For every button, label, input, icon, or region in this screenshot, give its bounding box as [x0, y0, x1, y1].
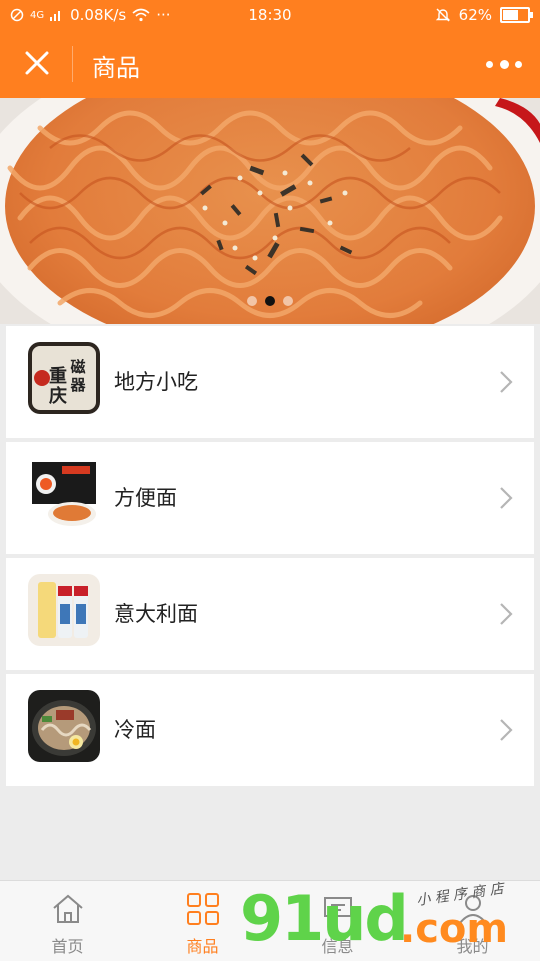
- carousel-indicators: [0, 296, 540, 306]
- page-title: 商品: [92, 54, 140, 82]
- title-bar: 商品: [0, 30, 540, 98]
- svg-text:重: 重: [49, 365, 67, 387]
- carousel-dot[interactable]: [283, 296, 293, 306]
- tab-profile[interactable]: 我的: [405, 881, 540, 961]
- category-label: 意大利面: [114, 602, 198, 626]
- svg-text:器: 器: [69, 376, 86, 394]
- close-icon[interactable]: [22, 48, 52, 78]
- category-thumbnail: [28, 574, 100, 646]
- category-label: 冷面: [114, 718, 156, 742]
- category-item-local-snacks[interactable]: 磁 器 重 庆 地方小吃: [6, 326, 534, 438]
- status-right: 62%: [435, 6, 533, 24]
- more-dot-icon: [499, 59, 509, 69]
- more-options-button[interactable]: [486, 54, 522, 74]
- tab-label: 我的: [456, 937, 489, 956]
- title-divider: [72, 46, 73, 82]
- category-label: 方便面: [114, 486, 177, 510]
- battery-icon: [500, 7, 533, 23]
- carousel-dot[interactable]: [247, 296, 257, 306]
- category-thumbnail: 磁 器 重 庆: [28, 342, 100, 414]
- grid-icon: [186, 893, 219, 925]
- svg-text:磁: 磁: [70, 358, 85, 376]
- category-thumbnail: [28, 458, 100, 530]
- tab-label: 信息: [321, 937, 354, 956]
- category-label: 地方小吃: [114, 370, 198, 394]
- bottom-tab-bar: 首页 商品 信息 我的: [0, 880, 540, 961]
- chevron-right-icon: [500, 487, 513, 509]
- category-thumbnail: [28, 690, 100, 762]
- banner-carousel[interactable]: [0, 98, 540, 324]
- category-item-pasta[interactable]: 意大利面: [6, 558, 534, 670]
- message-icon: [323, 897, 352, 925]
- chevron-right-icon: [500, 719, 513, 741]
- category-item-instant-noodles[interactable]: 方便面: [6, 442, 534, 554]
- tab-messages[interactable]: 信息: [270, 881, 405, 961]
- home-icon: [52, 894, 83, 923]
- chevron-right-icon: [500, 603, 513, 625]
- tab-label: 商品: [186, 937, 219, 956]
- tab-home[interactable]: 首页: [0, 881, 135, 961]
- chevron-right-icon: [500, 371, 513, 393]
- tab-label: 首页: [51, 937, 84, 956]
- carousel-dot-active[interactable]: [265, 296, 275, 306]
- svg-text:庆: 庆: [49, 385, 67, 407]
- mute-bell-icon: [435, 8, 450, 22]
- banner-noodle-image: [0, 98, 540, 324]
- more-dot-icon: [486, 60, 493, 68]
- tab-products[interactable]: 商品: [135, 881, 270, 961]
- category-item-cold-noodles[interactable]: 冷面: [6, 674, 534, 786]
- more-dot-icon: [515, 60, 522, 68]
- status-bar: 4G 0.08K/s ··· 18:30 62%: [0, 0, 540, 30]
- battery-percent: 62%: [458, 6, 492, 24]
- category-list: 磁 器 重 庆 地方小吃 方便面 意大利面 冷面: [6, 326, 534, 790]
- user-icon: [458, 895, 487, 924]
